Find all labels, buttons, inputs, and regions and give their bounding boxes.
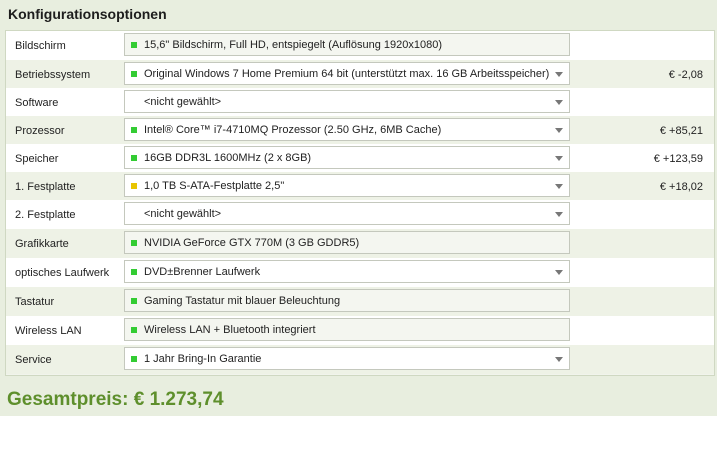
status-green-icon (131, 42, 137, 48)
status-green-icon (131, 71, 137, 77)
price-delta: € +123,59 (653, 153, 703, 165)
option-row: Wireless LAN Wireless LAN + Bluetooth int… (6, 316, 714, 345)
option-value: NVIDIA GeForce GTX 770M (3 GB GDDR5) (144, 237, 360, 249)
status-yellow-icon (131, 183, 137, 189)
status-green-icon (131, 269, 137, 275)
option-value: Wireless LAN + Bluetooth integriert (144, 324, 316, 336)
option-row: 2. Festplatte <nicht gewählt> (6, 200, 714, 229)
chevron-down-icon[interactable] (555, 357, 563, 362)
option-value: Gaming Tastatur mit blauer Beleuchtung (144, 295, 341, 307)
option-label: 1. Festplatte (15, 181, 76, 193)
option-value: 15,6" Bildschirm, Full HD, entspiegelt (… (144, 39, 443, 51)
option-value-box: NVIDIA GeForce GTX 770M (3 GB GDDR5) (124, 231, 570, 254)
price-delta: € +18,02 (659, 181, 703, 193)
option-select[interactable]: DVD±Brenner Laufwerk (124, 260, 570, 283)
option-value: <nicht gewählt> (144, 208, 222, 220)
option-value: Intel® Core™ i7-4710MQ Prozessor (2.50 G… (144, 124, 442, 136)
option-select[interactable]: 1 Jahr Bring-In Garantie (124, 347, 570, 370)
chevron-down-icon[interactable] (555, 156, 563, 161)
option-row: Grafikkarte NVIDIA GeForce GTX 770M (3 GB… (6, 229, 714, 258)
option-select[interactable]: 16GB DDR3L 1600MHz (2 x 8GB) (124, 146, 570, 169)
chevron-down-icon[interactable] (555, 128, 563, 133)
option-label: Software (15, 97, 59, 109)
option-value: 1,0 TB S-ATA-Festplatte 2,5" (144, 180, 285, 192)
option-value-box: 15,6" Bildschirm, Full HD, entspiegelt (… (124, 33, 570, 56)
option-label: Prozessor (15, 125, 65, 137)
option-row: Speicher 16GB DDR3L 1600MHz (2 x 8GB) € +1… (6, 144, 714, 173)
option-label: Service (15, 354, 52, 366)
option-row: Software <nicht gewählt> (6, 88, 714, 117)
status-green-icon (131, 127, 137, 133)
option-value: 1 Jahr Bring-In Garantie (144, 353, 262, 365)
option-label: Tastatur (15, 296, 55, 308)
status-green-icon (131, 298, 137, 304)
option-value: Original Windows 7 Home Premium 64 bit (… (144, 68, 550, 80)
price-delta: € -2,08 (668, 69, 703, 81)
option-row: optisches Laufwerk DVD±Brenner Laufwerk (6, 258, 714, 287)
option-select[interactable]: <nicht gewählt> (124, 90, 570, 113)
option-row: Bildschirm 15,6" Bildschirm, Full HD, ent… (6, 31, 714, 60)
options-table: Bildschirm 15,6" Bildschirm, Full HD, ent… (5, 30, 715, 376)
option-label: Bildschirm (15, 40, 66, 52)
chevron-down-icon[interactable] (555, 212, 563, 217)
total-price: Gesamtpreis: € 1.273,74 (7, 389, 224, 410)
status-green-icon (131, 240, 137, 246)
option-label: Speicher (15, 153, 59, 165)
option-label: optisches Laufwerk (15, 267, 110, 279)
option-select[interactable]: Intel® Core™ i7-4710MQ Prozessor (2.50 G… (124, 118, 570, 141)
status-green-icon (131, 356, 137, 362)
option-value: 16GB DDR3L 1600MHz (2 x 8GB) (144, 152, 312, 164)
option-value: DVD±Brenner Laufwerk (144, 266, 261, 278)
option-select[interactable]: Original Windows 7 Home Premium 64 bit (… (124, 62, 570, 85)
option-label: Grafikkarte (15, 238, 69, 250)
option-row: Betriebssystem Original Windows 7 Home Pr… (6, 60, 714, 89)
chevron-down-icon[interactable] (555, 72, 563, 77)
option-select[interactable]: 1,0 TB S-ATA-Festplatte 2,5" (124, 174, 570, 197)
option-row: Service 1 Jahr Bring-In Garantie (6, 345, 714, 374)
option-label: Betriebssystem (15, 69, 91, 81)
option-row: Prozessor Intel® Core™ i7-4710MQ Prozesso… (6, 116, 714, 145)
option-select[interactable]: <nicht gewählt> (124, 202, 570, 225)
option-value-box: Wireless LAN + Bluetooth integriert (124, 318, 570, 341)
option-value: <nicht gewählt> (144, 96, 222, 108)
option-row: Tastatur Gaming Tastatur mit blauer Beleu… (6, 287, 714, 316)
option-row: 1. Festplatte 1,0 TB S-ATA-Festplatte 2,5… (6, 172, 714, 201)
option-label: 2. Festplatte (15, 209, 76, 221)
option-value-box: Gaming Tastatur mit blauer Beleuchtung (124, 289, 570, 312)
status-green-icon (131, 327, 137, 333)
section-title: Konfigurationsoptionen (8, 6, 167, 22)
chevron-down-icon[interactable] (555, 100, 563, 105)
configuration-panel: Konfigurationsoptionen Bildschirm 15,6" B… (0, 0, 717, 416)
chevron-down-icon[interactable] (555, 270, 563, 275)
price-delta: € +85,21 (659, 125, 703, 137)
chevron-down-icon[interactable] (555, 184, 563, 189)
option-label: Wireless LAN (15, 325, 82, 337)
status-green-icon (131, 155, 137, 161)
